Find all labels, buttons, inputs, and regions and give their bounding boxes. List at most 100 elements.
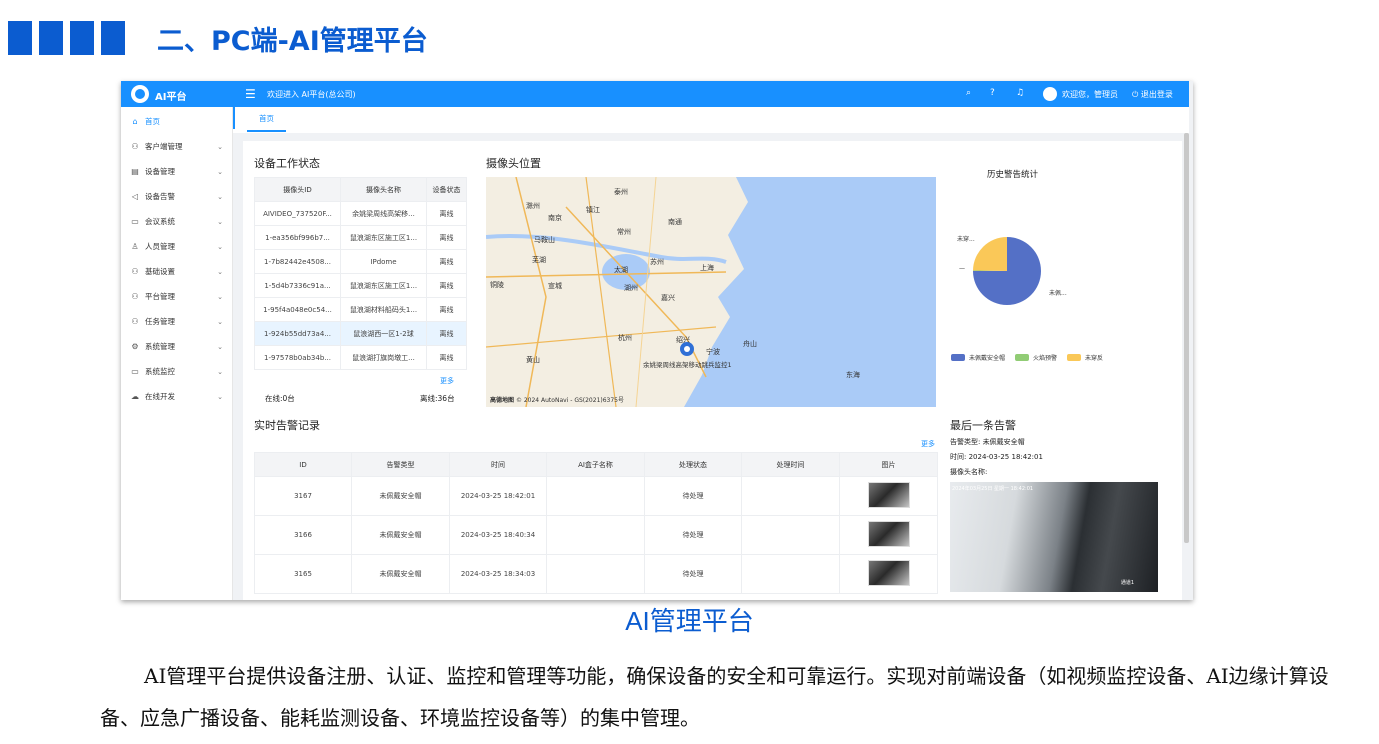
column-header: 时间: [449, 452, 547, 477]
map-city: 滁州: [526, 202, 540, 210]
column-header: 摄像头名称: [340, 177, 427, 202]
sidebar-item-home[interactable]: ⌂ 首页: [121, 109, 233, 134]
alarm-id: 3167: [254, 476, 352, 516]
figure-caption: AI管理平台: [625, 606, 754, 636]
device-status: 离线: [426, 345, 467, 370]
bell-icon[interactable]: ♫: [1016, 88, 1024, 98]
alarm-image-cell[interactable]: [839, 554, 938, 594]
pie-label-right: 未佩...: [1049, 290, 1067, 297]
device-more-link[interactable]: 更多: [440, 376, 454, 386]
alarm-more-link[interactable]: 更多: [921, 439, 935, 449]
monitor-icon: ▭: [131, 367, 139, 376]
menu-toggle-icon[interactable]: ☰: [245, 87, 256, 101]
logo-icon: [131, 85, 149, 103]
pie-label-left: —: [959, 265, 965, 272]
sidebar-item-basic[interactable]: ⚇ 基础设置 ⌄: [121, 259, 233, 284]
column-header: 处理状态: [644, 452, 742, 477]
help-icon[interactable]: ?: [990, 88, 995, 98]
table-row[interactable]: 1-97578b0ab34b... 鼠浪湖打旗岗墩工... 离线: [254, 345, 467, 370]
camera-map[interactable]: 泰州 滁州 镇江 南京 南通 常州 马鞍山 芜湖 苏州 太湖 上海 湖州 铜陵 …: [486, 177, 936, 407]
handle-status: 待处理: [644, 476, 742, 516]
table-row[interactable]: 1-7b82442e4508... IPdome 离线: [254, 249, 467, 274]
alarm-image-cell[interactable]: [839, 476, 938, 516]
camera-id: 1-95f4a048e0c54...: [254, 297, 341, 322]
camera-name: 鼠浪湖东区施工区1...: [340, 273, 427, 298]
legend-swatch: [1015, 354, 1030, 361]
offline-count: 离线:36台: [420, 394, 455, 403]
table-row[interactable]: 1-5d4b7336c91a... 鼠浪湖东区施工区1... 离线: [254, 273, 467, 298]
sidebar-item-client[interactable]: ⚇ 客户端管理 ⌄: [121, 134, 233, 159]
table-row[interactable]: 1-924b55dd73a4... 鼠浪湖西一区1-2球 离线: [254, 321, 467, 346]
chevron-down-icon: ⌄: [217, 317, 223, 326]
org-icon: ⚇: [131, 317, 139, 326]
heading-decoration: [8, 21, 125, 55]
pie-slice-2[interactable]: [973, 237, 1007, 271]
table-row[interactable]: 1-95f4a048e0c54... 鼠浪湖材料船码头1... 离线: [254, 297, 467, 322]
camera-name: 余姚梁周线高架移...: [340, 201, 427, 226]
online-count: 在线:0台: [265, 394, 295, 403]
table-row[interactable]: 3167 未佩戴安全帽 2024-03-25 18:42:01 待处理: [254, 476, 938, 516]
last-alarm-image[interactable]: 2024年03月25日 星期一 18:42:01 通道1: [950, 482, 1158, 592]
chevron-down-icon: ⌄: [217, 342, 223, 351]
sidebar-item-label: 会议系统: [145, 217, 175, 226]
logout-button[interactable]: ⏻ 退出登录: [1132, 89, 1173, 100]
scrollbar[interactable]: [1184, 133, 1189, 543]
speaker-icon: ◁: [131, 192, 139, 201]
user-greeting[interactable]: 欢迎您，管理员: [1062, 89, 1118, 100]
sidebar-item-label: 任务管理: [145, 317, 175, 326]
sidebar-item-meeting[interactable]: ▭ 会议系统 ⌄: [121, 209, 233, 234]
sidebar-item-label: 基础设置: [145, 267, 175, 276]
sidebar-item-people[interactable]: ♙ 人员管理 ⌄: [121, 234, 233, 259]
alarm-thumbnail[interactable]: [867, 560, 910, 586]
table-row[interactable]: 3166 未佩戴安全帽 2024-03-25 18:40:34 待处理: [254, 515, 938, 555]
app-screenshot: AI平台 ☰ 欢迎进入 AI平台(总公司) ⌕ ? ♫ 欢迎您，管理员 ⏻ 退出…: [121, 81, 1193, 600]
tab-bar: 首页: [233, 107, 1189, 133]
map-attribution: © 2024 AutoNavi - GS(2021)6375号: [515, 397, 624, 404]
sidebar-item-platform[interactable]: ⚇ 平台管理 ⌄: [121, 284, 233, 309]
sidebar-item-alarm[interactable]: ◁ 设备告警 ⌄: [121, 184, 233, 209]
map-city: 铜陵: [490, 281, 504, 289]
sidebar-item-label: 人员管理: [145, 242, 175, 251]
alarm-image-cell[interactable]: [839, 515, 938, 555]
search-icon[interactable]: ⌕: [966, 88, 971, 98]
tab-home[interactable]: 首页: [247, 113, 286, 132]
map-city: 马鞍山: [534, 236, 555, 244]
welcome-text: 欢迎进入 AI平台(总公司): [267, 90, 356, 99]
app-title: AI平台: [155, 92, 187, 103]
alarm-thumbnail[interactable]: [867, 521, 910, 547]
map-city: 芜湖: [532, 256, 546, 264]
list-icon: ▤: [131, 167, 139, 176]
table-row[interactable]: 3165 未佩戴安全帽 2024-03-25 18:34:03 待处理: [254, 554, 938, 594]
handle-status: 待处理: [644, 554, 742, 594]
sidebar-item-dev[interactable]: ☁ 在线开发 ⌄: [121, 384, 233, 409]
sidebar-item-monitor[interactable]: ▭ 系统监控 ⌄: [121, 359, 233, 384]
sidebar-item-label: 设备管理: [145, 167, 175, 176]
sidebar: ⌂ 首页 ⚇ 客户端管理 ⌄ ▤ 设备管理 ⌄ ◁ 设备告警 ⌄ ▭ 会议系统 ⌄ ♙ 人员管理 ⌄ …: [121, 107, 233, 600]
sidebar-item-label: 设备告警: [145, 192, 175, 201]
chevron-down-icon: ⌄: [217, 192, 223, 201]
camera-id: AIVIDEO_737520F...: [254, 201, 341, 226]
last-alarm-camera: 摄像头名称:: [950, 468, 988, 476]
logout-label: 退出登录: [1140, 90, 1173, 99]
avatar[interactable]: [1043, 87, 1057, 101]
table-row[interactable]: AIVIDEO_737520F... 余姚梁周线高架移... 离线: [254, 201, 467, 226]
sidebar-item-task[interactable]: ⚇ 任务管理 ⌄: [121, 309, 233, 334]
column-header: 图片: [839, 452, 938, 477]
sidebar-item-system[interactable]: ⚙ 系统管理 ⌄: [121, 334, 233, 359]
tab-divider: [233, 107, 235, 129]
camera-name: 鼠浪湖材料船码头1...: [340, 297, 427, 322]
alarm-log-title: 实时告警记录: [254, 419, 320, 432]
alarm-time: 2024-03-25 18:34:03: [449, 554, 547, 594]
map-city: 舟山: [743, 340, 757, 348]
legend-label: 未穿反: [1085, 355, 1104, 362]
table-row[interactable]: 1-ea356bf996b7... 鼠浪湖东区施工区1... 离线: [254, 225, 467, 250]
sidebar-item-label: 在线开发: [145, 392, 175, 401]
monitor-icon: ▭: [131, 217, 139, 226]
history-chart-title: 历史警告统计: [987, 170, 1039, 180]
camera-id: 1-97578b0ab34b...: [254, 345, 341, 370]
device-status-title: 设备工作状态: [254, 157, 320, 170]
legend-label: 火焰预警: [1033, 355, 1058, 362]
doc-heading: 二、PC端-AI管理平台: [157, 25, 428, 57]
alarm-thumbnail[interactable]: [867, 482, 910, 508]
sidebar-item-device[interactable]: ▤ 设备管理 ⌄: [121, 159, 233, 184]
